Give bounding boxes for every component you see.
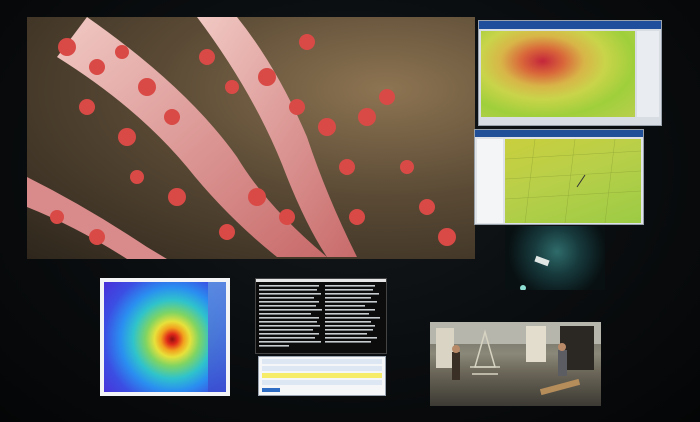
coral-video-panel[interactable] [27, 17, 475, 259]
lander-frame [470, 329, 500, 375]
vehicle-track [576, 174, 586, 188]
message-row[interactable] [262, 359, 382, 364]
message-form-window[interactable] [258, 356, 386, 396]
message-row[interactable] [262, 380, 382, 385]
terminal-text-lines [259, 285, 380, 347]
coral-image [27, 17, 456, 259]
bathymetry-window-bottom[interactable] [474, 129, 644, 225]
deck-scene [452, 329, 581, 396]
layer-tree-panel[interactable] [477, 139, 503, 223]
message-row[interactable] [262, 366, 382, 371]
terminal-output [259, 284, 383, 351]
bathymetry-grid-map[interactable] [505, 139, 641, 223]
bathymetry-map[interactable] [481, 31, 635, 117]
terminal-window[interactable] [255, 278, 387, 354]
bathymetry-side-panel [637, 31, 659, 117]
message-row-highlighted[interactable] [262, 373, 382, 378]
window-titlebar[interactable] [475, 130, 643, 137]
heat-map-edge [208, 282, 226, 392]
deck-plank [539, 378, 581, 396]
deck-camera-panel[interactable] [430, 322, 601, 406]
grid-overlay [505, 139, 641, 223]
coral-branch [27, 177, 167, 259]
bathymetry-window-top[interactable] [478, 20, 662, 126]
rov-video-panel[interactable] [505, 226, 605, 290]
crew-members [452, 343, 567, 380]
window-titlebar[interactable] [479, 21, 661, 29]
heat-map-window[interactable] [100, 278, 230, 396]
rov-camera-image [520, 255, 550, 290]
window-titlebar[interactable] [256, 279, 386, 282]
send-button[interactable] [262, 388, 280, 392]
